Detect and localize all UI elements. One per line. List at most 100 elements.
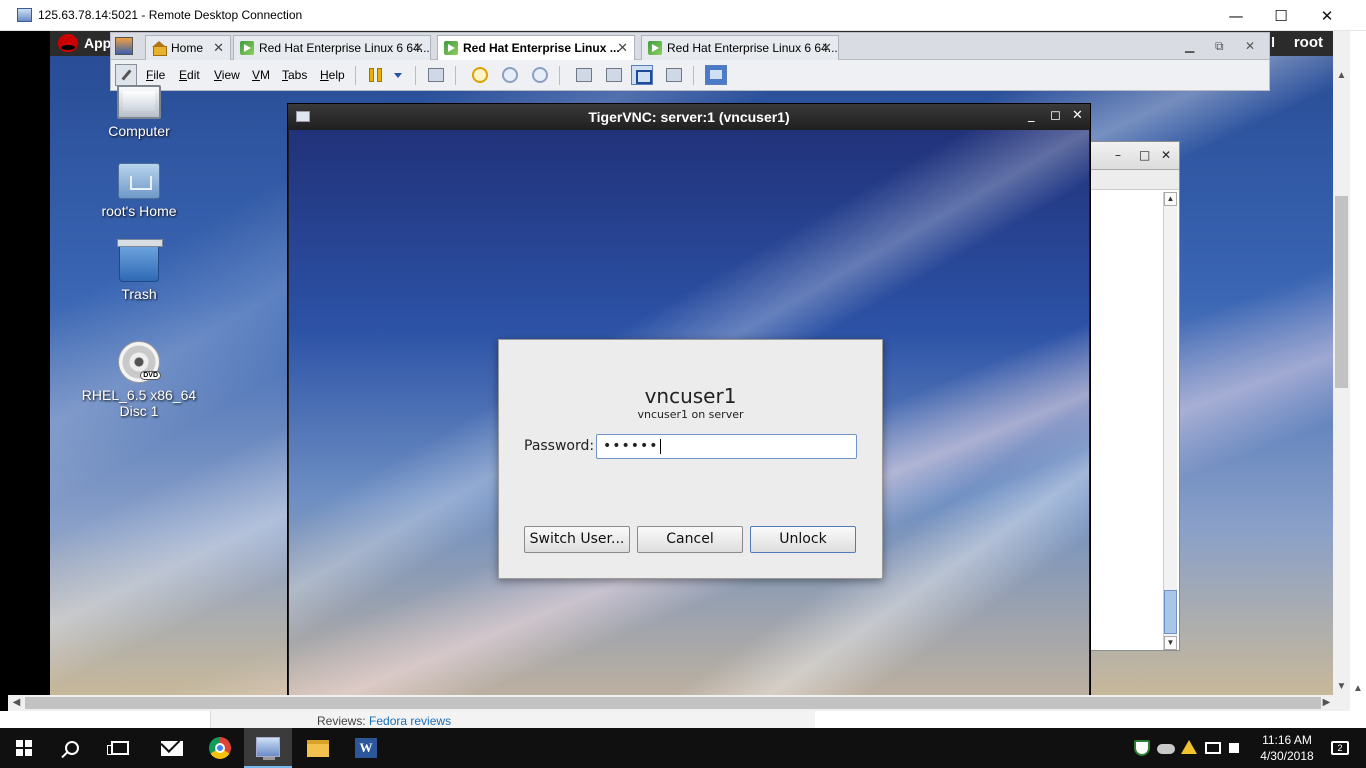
pause-icon (369, 68, 383, 82)
password-field[interactable]: •••••• (596, 434, 857, 459)
menu-help[interactable]: Help (320, 68, 345, 82)
applications-menu-label: App (84, 35, 112, 51)
tab-vm-3[interactable]: Red Hat Enterprise Linux 6 64... ✕ (641, 35, 839, 60)
power-dropdown-button[interactable] (387, 65, 409, 85)
vnc-remote-screen[interactable]: vncuser1 vncuser1 on server Password: ••… (289, 130, 1089, 696)
taskbar-mail[interactable] (148, 728, 196, 768)
home-folder-icon (118, 163, 160, 199)
fedora-reviews-link[interactable]: Fedora reviews (369, 714, 451, 728)
system-clock[interactable]: 11:16 AM 4/30/2018 (1252, 732, 1322, 764)
snapshot-manager-button[interactable] (529, 65, 551, 85)
desktop-icon-computer[interactable]: Computer (79, 85, 199, 139)
start-button[interactable] (0, 728, 48, 768)
cancel-button[interactable]: Cancel (637, 526, 743, 553)
thumbnail-icon (606, 68, 622, 82)
rdp-maximize-button[interactable]: ☐ (1258, 0, 1304, 31)
onedrive-cloud-icon[interactable] (1157, 744, 1175, 754)
vm-icon (240, 41, 254, 55)
scroll-up-icon[interactable]: ▲ (1164, 192, 1177, 206)
revert-snapshot-button[interactable] (499, 65, 521, 85)
taskbar-remote-desktop[interactable] (244, 728, 292, 768)
scroll-up-icon[interactable]: ▲ (1333, 67, 1350, 84)
vmware-toolbar: File Edit View VM Tabs Help (110, 60, 1270, 91)
minimize-button[interactable]: – (1115, 148, 1121, 162)
rdp-horizontal-scrollbar[interactable]: ◀ ▶ (8, 695, 1350, 711)
home-icon (152, 41, 167, 56)
scrollbar-thumb[interactable] (1164, 590, 1177, 634)
taskbar-file-explorer[interactable] (294, 728, 342, 768)
background-window[interactable]: – □ ✕ ▲ ▼ (1090, 141, 1180, 651)
scrollbar-thumb[interactable] (1335, 196, 1348, 388)
switch-user-button[interactable]: Switch User... (524, 526, 630, 553)
show-thumbnail-button[interactable] (603, 65, 625, 85)
menu-tabs[interactable]: Tabs (282, 68, 307, 82)
rdp-session-area[interactable]: App l root Home ✕ Red Hat Enterprise Lin… (8, 31, 1350, 711)
unity-button[interactable] (705, 65, 727, 85)
menu-view[interactable]: View (214, 68, 240, 82)
menu-edit[interactable]: Edit (179, 68, 200, 82)
snapshot-manager-icon (532, 67, 548, 83)
applications-menu[interactable]: App (58, 33, 111, 53)
search-button[interactable] (48, 728, 96, 768)
close-button[interactable]: ✕ (1161, 148, 1171, 162)
taskbar-word[interactable]: W (342, 728, 390, 768)
network-icon[interactable] (1205, 742, 1221, 754)
vm-icon (648, 41, 662, 55)
panel-user-menu[interactable]: root (1294, 34, 1323, 51)
maximize-button[interactable]: □ (1139, 148, 1150, 162)
pin-toolbar-button[interactable] (115, 64, 137, 86)
scrollbar-thumb[interactable] (25, 697, 1321, 709)
menu-vm[interactable]: VM (252, 68, 270, 82)
outer-window-scrollbar[interactable]: ▲ (1350, 31, 1366, 711)
taskbar-chrome[interactable] (196, 728, 244, 768)
vnc-close-button[interactable]: ✕ (1072, 108, 1083, 123)
rdp-close-button[interactable]: ✕ (1304, 0, 1350, 31)
desktop-icon-trash[interactable]: Trash (79, 239, 199, 302)
scroll-down-icon[interactable]: ▼ (1164, 636, 1177, 650)
vnc-minimize-button[interactable]: _ (1028, 108, 1035, 123)
unlock-button[interactable]: Unlock (750, 526, 856, 553)
computer-icon (117, 85, 161, 119)
tigervnc-titlebar: TigerVNC: server:1 (vncuser1) _ ◻ ✕ (288, 104, 1090, 130)
vmware-minimize-button[interactable]: ▁ (1185, 39, 1194, 53)
tab-label: Red Hat Enterprise Linux 6 64... (259, 41, 430, 55)
rdp-vertical-scrollbar[interactable]: ▲ ▼ (1333, 31, 1350, 695)
scroll-down-icon[interactable]: ▼ (1333, 678, 1350, 695)
task-view-button[interactable] (96, 728, 144, 768)
close-icon[interactable]: ✕ (617, 40, 628, 56)
scroll-up-icon[interactable]: ▲ (1350, 683, 1366, 694)
scroll-left-icon[interactable]: ◀ (8, 695, 25, 711)
warning-icon[interactable] (1181, 740, 1197, 754)
take-snapshot-button[interactable] (469, 65, 491, 85)
rdp-minimize-button[interactable]: — (1213, 0, 1259, 31)
library-icon (576, 68, 592, 82)
console-view-button[interactable] (663, 65, 685, 85)
desktop-icon-home[interactable]: root's Home (79, 163, 199, 219)
security-shield-icon[interactable] (1134, 740, 1150, 756)
close-icon[interactable]: ✕ (821, 40, 832, 56)
show-library-button[interactable] (573, 65, 595, 85)
tab-vm-1[interactable]: Red Hat Enterprise Linux 6 64... ✕ (233, 35, 431, 60)
vmware-restore-button[interactable]: ⧉ (1215, 39, 1224, 54)
action-center-button[interactable]: 2 (1322, 728, 1358, 768)
vmware-close-button[interactable]: ✕ (1245, 39, 1255, 53)
background-window-scrollbar[interactable]: ▲ ▼ (1163, 192, 1177, 650)
tab-vm-2-active[interactable]: Red Hat Enterprise Linux ... ✕ (437, 35, 635, 60)
desktop-icon-dvd[interactable]: RHEL_6.5 x86_64 Disc 1 (79, 341, 199, 419)
reviews-line: Reviews: Fedora reviews (317, 714, 451, 728)
tab-home[interactable]: Home ✕ (145, 35, 231, 60)
desktop-icon-label: Computer (108, 123, 170, 139)
close-icon[interactable]: ✕ (213, 40, 224, 56)
vmware-app-icon[interactable] (115, 37, 133, 55)
send-ctrl-alt-del-button[interactable] (425, 65, 447, 85)
suspend-button[interactable] (365, 65, 387, 85)
close-icon[interactable]: ✕ (413, 40, 424, 56)
volume-icon[interactable] (1229, 743, 1239, 753)
dvd-icon (118, 341, 161, 383)
vnc-maximize-button[interactable]: ◻ (1050, 108, 1061, 123)
menu-file[interactable]: File (146, 68, 165, 82)
tigervnc-title: TigerVNC: server:1 (vncuser1) (588, 109, 790, 125)
search-icon (65, 741, 79, 755)
full-screen-button[interactable] (631, 65, 653, 85)
scroll-right-icon[interactable]: ▶ (1318, 695, 1335, 711)
